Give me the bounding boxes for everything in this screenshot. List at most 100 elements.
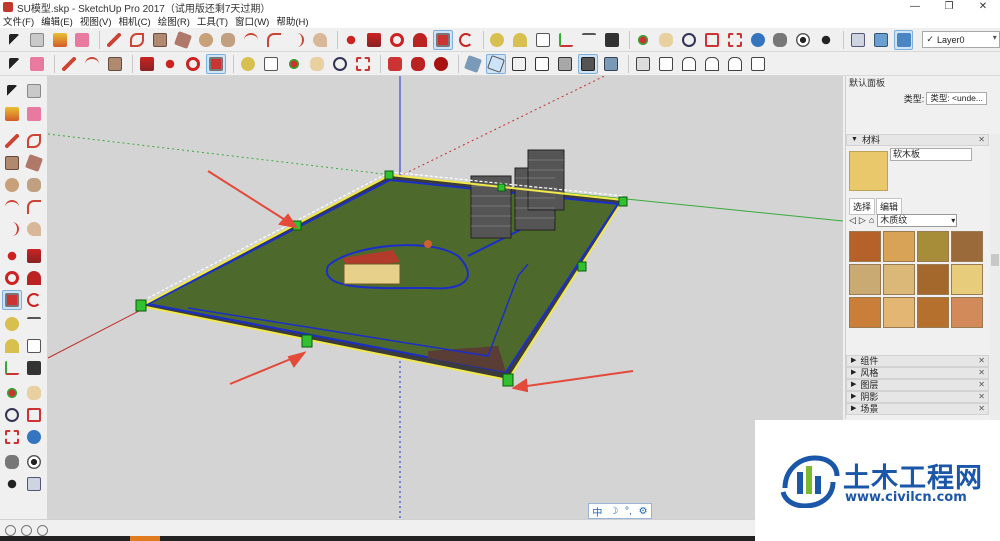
text-button[interactable]: [533, 30, 553, 50]
menu-edit[interactable]: 编辑(E): [41, 14, 73, 28]
position-camera-tool-left[interactable]: [2, 452, 22, 472]
circle-button[interactable]: [196, 30, 216, 50]
dimension-tool-left[interactable]: [24, 314, 44, 334]
axes-tool-left[interactable]: [2, 358, 22, 378]
material-swatch[interactable]: [883, 231, 915, 262]
rotate-tool-left[interactable]: [2, 268, 22, 288]
make-component-button[interactable]: [27, 30, 47, 50]
scene-canvas[interactable]: [48, 76, 843, 519]
walk-button[interactable]: [816, 30, 836, 50]
menu-file[interactable]: 文件(F): [3, 14, 34, 28]
materials-panel-header[interactable]: ▼ 材料 ✕: [846, 134, 989, 146]
material-swatch[interactable]: [951, 297, 983, 328]
eraser-button[interactable]: [72, 30, 92, 50]
material-swatch[interactable]: [917, 264, 949, 295]
text-button-2[interactable]: [261, 54, 281, 74]
extension-warehouse-button[interactable]: [431, 54, 451, 74]
move-button-2[interactable]: [160, 54, 180, 74]
section-tool-left[interactable]: [24, 474, 44, 494]
scale-button[interactable]: [432, 29, 453, 50]
material-swatch[interactable]: [849, 264, 881, 295]
scale-grip-left[interactable]: [135, 299, 147, 312]
menu-tools[interactable]: 工具(T): [197, 14, 228, 28]
components-panel-header[interactable]: ▶ 组件 ✕: [846, 355, 989, 367]
freehand-button[interactable]: [127, 30, 147, 50]
library-dropdown[interactable]: 木质纹 ▾: [877, 213, 958, 227]
rotated-rect-button[interactable]: [173, 30, 193, 50]
shadows-panel-header[interactable]: ▶ 阴影 ✕: [846, 391, 989, 403]
zoom-window-button[interactable]: [702, 30, 722, 50]
menu-draw[interactable]: 绘图(R): [158, 14, 190, 28]
close-icon[interactable]: ✕: [978, 356, 985, 366]
back-arrow-icon[interactable]: ◁: [849, 215, 856, 226]
rectangle-tool-left[interactable]: [2, 153, 22, 173]
arc3-tool-left[interactable]: [2, 219, 22, 239]
circle-tool-left[interactable]: [2, 175, 22, 195]
monochrome-button[interactable]: [601, 54, 621, 74]
section-plane-button[interactable]: [848, 30, 868, 50]
text-tool-left[interactable]: [24, 336, 44, 356]
pan-tool-left[interactable]: [24, 383, 44, 403]
warehouse-button[interactable]: [385, 54, 405, 74]
section-display-button[interactable]: [871, 30, 891, 50]
wireframe-button[interactable]: [509, 54, 529, 74]
offset-button[interactable]: [456, 30, 476, 50]
line-tool-left[interactable]: [2, 131, 22, 151]
lookaround-tool-left[interactable]: [24, 452, 44, 472]
pan-button[interactable]: [656, 30, 676, 50]
material-swatch[interactable]: [951, 264, 983, 295]
rectangle-button[interactable]: [150, 30, 170, 50]
hidden-line-button[interactable]: [532, 54, 552, 74]
polygon-tool-left[interactable]: [24, 175, 44, 195]
protractor-button[interactable]: [510, 30, 530, 50]
3dtext-tool-left[interactable]: [24, 358, 44, 378]
previous-view-button[interactable]: [748, 30, 768, 50]
zoom-extents-button[interactable]: [725, 30, 745, 50]
arc2-tool-left[interactable]: [24, 197, 44, 217]
look-around-button[interactable]: [793, 30, 813, 50]
line-tool-button[interactable]: [104, 30, 124, 50]
pushpull-button-2[interactable]: [137, 54, 157, 74]
front-view-button[interactable]: [679, 54, 699, 74]
share-model-button[interactable]: [408, 54, 428, 74]
material-swatch[interactable]: [917, 297, 949, 328]
ime-toolbar[interactable]: 中 ☽ °, ⚙: [588, 503, 652, 519]
paint-bucket-button[interactable]: [50, 30, 70, 50]
scenes-panel-header[interactable]: ▶ 场景 ✕: [846, 403, 989, 415]
rotate-button-2[interactable]: [183, 54, 203, 74]
tape-button-2[interactable]: [238, 54, 258, 74]
prevview-tool-left[interactable]: [24, 427, 44, 447]
gear-icon[interactable]: ⚙: [639, 506, 648, 517]
close-icon[interactable]: ✕: [978, 404, 985, 414]
moon-icon[interactable]: ☽: [609, 506, 618, 517]
modeling-viewport[interactable]: 中 ☽ °, ⚙: [48, 76, 843, 519]
ime-language[interactable]: 中: [592, 504, 602, 519]
user-icon[interactable]: [37, 525, 48, 536]
zoomwin-tool-left[interactable]: [24, 405, 44, 425]
zoomext-tool-left[interactable]: [2, 427, 22, 447]
axes-button[interactable]: [556, 30, 576, 50]
polygon-button[interactable]: [218, 30, 238, 50]
back-view-button[interactable]: [725, 54, 745, 74]
current-material-swatch[interactable]: [849, 151, 888, 191]
styles-panel-header[interactable]: ▶ 风格 ✕: [846, 367, 989, 379]
rotated-rect-tool-left[interactable]: [24, 153, 44, 173]
dimension-button[interactable]: [579, 30, 599, 50]
tape-measure-button[interactable]: [488, 30, 508, 50]
scale-grip-back-right[interactable]: [497, 183, 506, 192]
shaded-textures-button[interactable]: [578, 53, 598, 74]
pan-button-2[interactable]: [307, 54, 327, 74]
move-button[interactable]: [342, 30, 362, 50]
forward-arrow-icon[interactable]: ▷: [859, 215, 866, 226]
paint-tool-left[interactable]: [2, 104, 22, 124]
follow-me-button[interactable]: [410, 30, 430, 50]
menu-camera[interactable]: 相机(C): [118, 14, 150, 28]
zoom-tool-left[interactable]: [2, 405, 22, 425]
tray-scrollbar[interactable]: [990, 134, 1000, 424]
close-icon[interactable]: ✕: [978, 368, 985, 378]
scale-grip-front[interactable]: [301, 334, 313, 348]
freehand-tool-left[interactable]: [24, 131, 44, 151]
arc-button-2[interactable]: [82, 54, 102, 74]
shape-button-2[interactable]: [105, 54, 125, 74]
material-swatch[interactable]: [883, 297, 915, 328]
